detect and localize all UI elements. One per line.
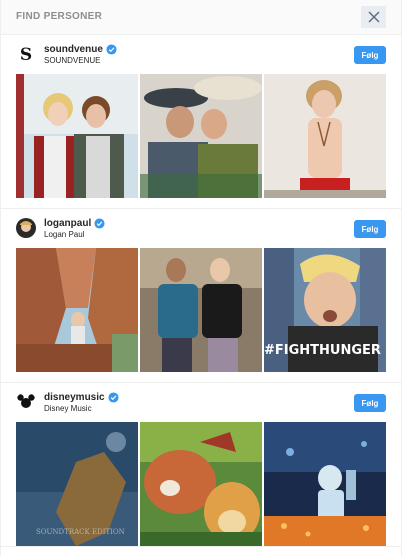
username-row: soundvenue bbox=[44, 44, 117, 55]
avatar[interactable]: S bbox=[16, 44, 36, 64]
find-people-panel: FIND PERSONER S soundvenue SOUNDVENUE Fø… bbox=[0, 0, 402, 556]
username-link[interactable]: disneymusic bbox=[44, 392, 105, 403]
photo-row: SOUNDTRACK EDITION bbox=[1, 419, 401, 546]
post-thumbnail[interactable] bbox=[264, 74, 386, 198]
close-button[interactable] bbox=[361, 6, 386, 28]
username-link[interactable]: soundvenue bbox=[44, 44, 103, 55]
post-thumbnail[interactable] bbox=[140, 74, 262, 198]
username-row: disneymusic bbox=[44, 392, 119, 403]
username-row: loganpaul bbox=[44, 218, 105, 229]
suggestion-header: loganpaul Logan Paul Følg bbox=[1, 209, 401, 245]
post-thumbnail[interactable] bbox=[16, 74, 138, 198]
suggestion-card-soundvenue: S soundvenue SOUNDVENUE Følg bbox=[1, 35, 401, 209]
photo-row: #FIGHTHUNGER bbox=[1, 245, 401, 382]
suggestion-header: S soundvenue SOUNDVENUE Følg bbox=[1, 35, 401, 71]
close-icon bbox=[368, 11, 379, 23]
post-thumbnail[interactable] bbox=[140, 248, 262, 372]
post-thumbnail[interactable]: SOUNDTRACK EDITION bbox=[16, 422, 138, 546]
post-thumbnail[interactable] bbox=[16, 248, 138, 372]
post-thumbnail[interactable] bbox=[140, 422, 262, 546]
full-name: SOUNDVENUE bbox=[44, 56, 101, 65]
verified-badge-icon bbox=[106, 44, 117, 55]
verified-badge-icon bbox=[108, 392, 119, 403]
username-link[interactable]: loganpaul bbox=[44, 218, 91, 229]
suggestion-card-loganpaul: loganpaul Logan Paul Følg #FIGHTHUNGER bbox=[1, 209, 401, 383]
verified-badge-icon bbox=[94, 218, 105, 229]
post-thumbnail[interactable] bbox=[264, 422, 386, 546]
avatar-letter: S bbox=[20, 45, 32, 64]
full-name: Disney Music bbox=[44, 404, 92, 413]
suggestion-header: disneymusic Disney Music Følg bbox=[1, 383, 401, 419]
suggestion-card-disneymusic: disneymusic Disney Music Følg SOUNDTRACK… bbox=[1, 383, 401, 547]
panel-title: FIND PERSONER bbox=[16, 11, 103, 22]
photo-caption-text: #FIGHTHUNGER bbox=[264, 343, 381, 358]
post-thumbnail[interactable]: #FIGHTHUNGER bbox=[264, 248, 386, 372]
avatar[interactable] bbox=[16, 218, 36, 238]
follow-button[interactable]: Følg bbox=[354, 394, 386, 412]
follow-button[interactable]: Følg bbox=[354, 46, 386, 64]
panel-header: FIND PERSONER bbox=[1, 0, 401, 35]
photo-row bbox=[1, 71, 401, 208]
photo-caption-text: SOUNDTRACK EDITION bbox=[36, 528, 125, 536]
avatar[interactable] bbox=[16, 392, 36, 412]
follow-button[interactable]: Følg bbox=[354, 220, 386, 238]
full-name: Logan Paul bbox=[44, 230, 85, 239]
